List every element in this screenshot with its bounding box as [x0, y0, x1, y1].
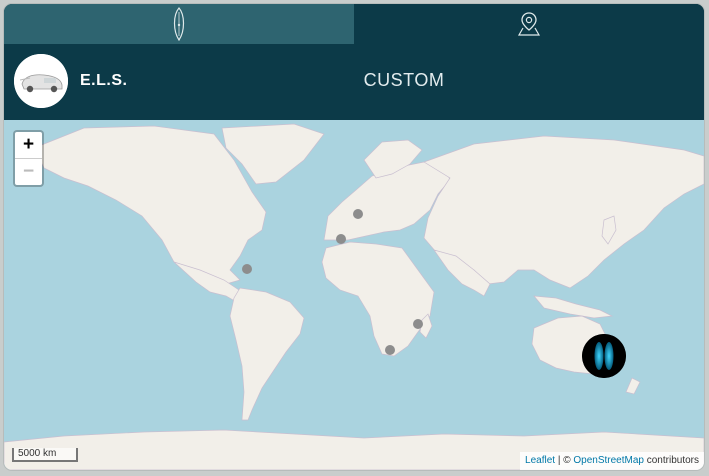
van-logo-icon — [14, 54, 68, 108]
brand-name: E.L.S. — [80, 72, 128, 89]
zoom-in-button[interactable]: + — [15, 132, 42, 158]
world-map[interactable]: + − 5000 km Leaflet | © OpenStreetMap co… — [4, 120, 704, 470]
tab-surfboards[interactable] — [4, 4, 354, 44]
map-pin-icon — [517, 12, 541, 36]
page-title: CUSTOM — [363, 70, 445, 90]
tab-locations[interactable] — [354, 4, 704, 44]
map-marker-iberia[interactable] — [336, 234, 346, 244]
map-marker-south-africa[interactable] — [385, 345, 395, 355]
map-marker-europe[interactable] — [353, 209, 363, 219]
attribution-suffix: contributors — [643, 455, 699, 466]
header: E.L.S. CUSTOM — [4, 44, 704, 120]
location-pin-pacific[interactable] — [582, 334, 626, 378]
openstreetmap-link[interactable]: OpenStreetMap — [573, 455, 644, 466]
attribution-separator: | © — [555, 455, 574, 466]
map-attribution: Leaflet | © OpenStreetMap contributors — [520, 452, 704, 470]
brand-logo[interactable] — [14, 54, 68, 108]
surfboard-thumbnail-icon — [582, 334, 626, 378]
surfboard-icon — [173, 7, 185, 41]
map-marker-mozambique[interactable] — [413, 319, 423, 329]
map-marker-caribbean[interactable] — [242, 264, 252, 274]
map-scale: 5000 km — [12, 448, 78, 462]
app-window: E.L.S. CUSTOM + − 5000 km Leaflet | © Op… — [4, 4, 704, 470]
map-tiles — [4, 120, 704, 470]
tab-bar — [4, 4, 704, 44]
zoom-control: + − — [13, 130, 44, 187]
leaflet-link[interactable]: Leaflet — [525, 455, 555, 466]
zoom-out-button[interactable]: − — [15, 158, 42, 185]
